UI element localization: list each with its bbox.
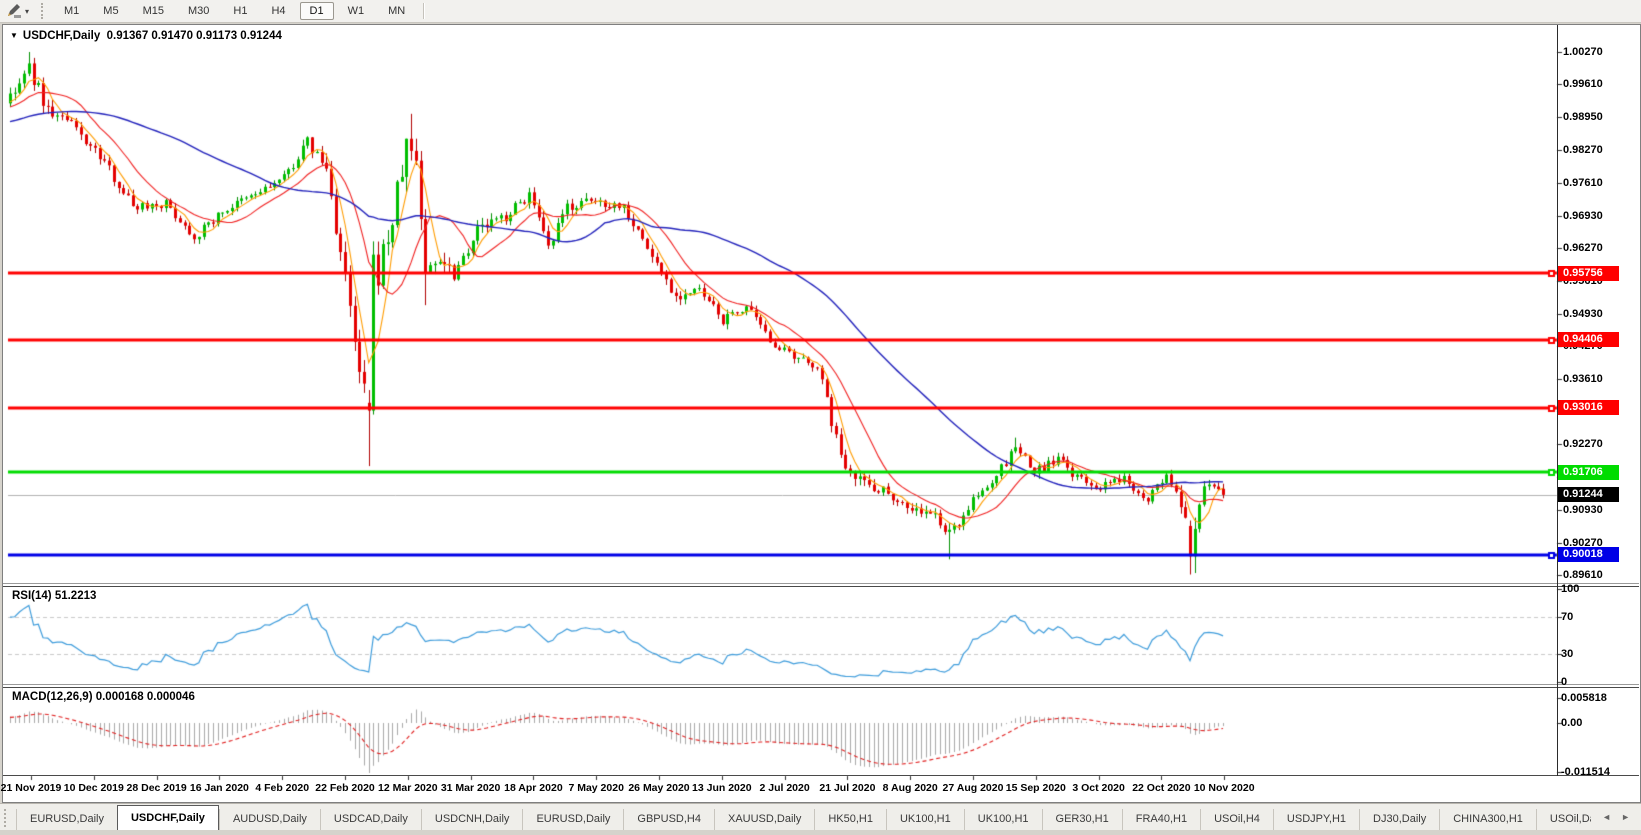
toolbar-separator — [423, 3, 425, 19]
price-axis-label: 0.90930 — [1563, 503, 1637, 517]
chart-title: ▼ USDCHF,Daily 0.91367 0.91470 0.91173 0.… — [10, 30, 282, 42]
timeframe-button[interactable]: W1 — [338, 2, 375, 20]
chart-tab[interactable]: USDCAD,Daily — [320, 809, 421, 830]
timeframe-button[interactable]: D1 — [300, 2, 334, 20]
chart-tab[interactable]: CHINA300,H1 — [1439, 809, 1536, 830]
date-axis-label: 16 Jan 2020 — [190, 782, 249, 794]
rsi-axis-label: 0 — [1561, 675, 1637, 689]
macd-axis-label: 0.00 — [1561, 716, 1637, 730]
rsi-axis-label: 100 — [1561, 582, 1637, 596]
rsi-axis-label: 30 — [1561, 647, 1637, 661]
date-axis-label: 27 Aug 2020 — [943, 782, 1004, 794]
hline-price-badge: 0.91706 — [1558, 465, 1619, 480]
toolbar: ▾ M1M5 M15M30H1H4 D1W1MN — [0, 0, 1641, 23]
hline-price-badge: 0.94406 — [1558, 332, 1619, 347]
date-axis-label: 26 May 2020 — [628, 782, 689, 794]
date-axis-label: 22 Oct 2020 — [1132, 782, 1190, 794]
chart-tab[interactable]: GBPUSD,H4 — [623, 809, 714, 830]
toolbar-grip[interactable] — [41, 3, 46, 19]
chart-tab[interactable]: AUDUSD,Daily — [219, 809, 320, 830]
macd-axis-label: -0.011514 — [1561, 765, 1637, 779]
chart-title-ohlc: 0.91367 0.91470 0.91173 0.91244 — [107, 30, 282, 42]
timeframe-button[interactable]: H1 — [223, 2, 257, 20]
timeframe-button[interactable]: M30 — [178, 2, 219, 20]
draw-tool-button[interactable]: ▾ — [2, 0, 33, 22]
date-axis-label: 12 Mar 2020 — [378, 782, 438, 794]
chart-tab[interactable]: XAUUSD,Daily — [714, 809, 814, 830]
timeframe-button[interactable]: M1 — [54, 2, 89, 20]
chart-tab[interactable]: EURUSD,Daily — [522, 809, 623, 830]
dropdown-arrow-icon: ▾ — [25, 7, 29, 16]
price-axis-label: 1.00270 — [1563, 45, 1637, 59]
date-axis-label: 2 Jul 2020 — [759, 782, 809, 794]
chart-canvas[interactable] — [0, 0, 1641, 835]
pencil-icon — [6, 4, 22, 19]
price-axis-label: 0.98950 — [1563, 110, 1637, 124]
date-axis-label: 21 Nov 2019 — [1, 782, 62, 794]
chart-tabs: EURUSD,DailyUSDCHF,DailyAUDUSD,DailyUSDC… — [16, 804, 1591, 830]
chart-tab[interactable]: USOil,H4 — [1200, 809, 1273, 830]
timeframe-group: M1M5 M15M30H1H4 D1W1MN — [52, 0, 417, 22]
hline-price-badge: 0.93016 — [1558, 400, 1619, 415]
rsi-axis-label: 70 — [1561, 610, 1637, 624]
chart-tab[interactable]: UK100,H1 — [886, 809, 964, 830]
hline-price-badge: 0.95756 — [1558, 266, 1619, 281]
price-axis-label: 0.96270 — [1563, 241, 1637, 255]
hline-price-badge: 0.90018 — [1558, 547, 1619, 562]
rsi-label: RSI(14) 51.2213 — [12, 590, 96, 602]
date-axis-label: 15 Sep 2020 — [1006, 782, 1066, 794]
date-axis-label: 28 Dec 2019 — [127, 782, 187, 794]
price-axis-label: 0.97610 — [1563, 176, 1637, 190]
date-axis-label: 8 Aug 2020 — [883, 782, 938, 794]
tab-scroll-left-icon[interactable]: ◄ — [1597, 810, 1616, 824]
current-price-badge: 0.91244 — [1558, 487, 1619, 502]
macd-axis-label: 0.005818 — [1561, 691, 1637, 705]
date-axis-label: 18 Apr 2020 — [504, 782, 563, 794]
price-axis-label: 0.96930 — [1563, 209, 1637, 223]
date-axis-label: 10 Nov 2020 — [1194, 782, 1255, 794]
collapse-arrow-icon: ▼ — [10, 31, 18, 40]
chart-tab[interactable]: FRA40,H1 — [1122, 809, 1200, 830]
price-axis-label: 0.98270 — [1563, 143, 1637, 157]
date-axis-label: 31 Mar 2020 — [441, 782, 501, 794]
rsi-panel-top-border — [3, 586, 1639, 587]
date-axis-label: 3 Oct 2020 — [1072, 782, 1125, 794]
timeframe-button[interactable]: M5 — [93, 2, 128, 20]
date-axis-label: 22 Feb 2020 — [315, 782, 375, 794]
date-axis-label: 10 Dec 2019 — [64, 782, 124, 794]
chart-tab[interactable]: HK50,H1 — [814, 809, 886, 830]
chart-title-symbol: USDCHF,Daily — [23, 30, 100, 42]
timeframe-button[interactable]: MN — [378, 2, 415, 20]
chart-tab[interactable]: USDCNH,Daily — [421, 809, 523, 830]
price-axis-label: 0.89610 — [1563, 568, 1637, 582]
date-axis-label: 13 Jun 2020 — [692, 782, 752, 794]
chart-tab[interactable]: DJ30,Daily — [1359, 809, 1439, 830]
macd-panel-top-border — [3, 687, 1639, 688]
price-axis-label: 0.92270 — [1563, 437, 1637, 451]
tab-scroll-arrows: ◄ ► — [1591, 804, 1641, 830]
date-axis-label: 21 Jul 2020 — [819, 782, 875, 794]
chart-tab[interactable]: USOil,Da — [1536, 809, 1591, 830]
date-axis-label: 7 May 2020 — [568, 782, 623, 794]
tab-scroll-right-icon[interactable]: ► — [1616, 810, 1635, 824]
price-axis-label: 0.93610 — [1563, 372, 1637, 386]
chart-tab[interactable]: EURUSD,Daily — [16, 809, 117, 830]
timeframe-button[interactable]: M15 — [133, 2, 174, 20]
mt4-app: { "icons": { "title_arrow": "▼", "dropdo… — [0, 0, 1641, 835]
macd-label: MACD(12,26,9) 0.000168 0.000046 — [12, 691, 195, 703]
chart-tab[interactable]: USDCHF,Daily — [117, 805, 219, 830]
date-axis-border — [3, 775, 1639, 776]
chart-tab[interactable]: GER30,H1 — [1042, 809, 1122, 830]
price-axis-label: 0.99610 — [1563, 77, 1637, 91]
price-axis-label: 0.94930 — [1563, 307, 1637, 321]
splitter-main-rsi[interactable] — [3, 583, 1639, 584]
timeframe-button[interactable]: H4 — [261, 2, 295, 20]
tabbar-grip[interactable] — [4, 809, 10, 827]
chart-tab[interactable]: UK100,H1 — [964, 809, 1042, 830]
splitter-rsi-macd[interactable] — [3, 684, 1639, 685]
date-axis-label: 4 Feb 2020 — [255, 782, 309, 794]
chart-tab-bar: EURUSD,DailyUSDCHF,DailyAUDUSD,DailyUSDC… — [0, 803, 1641, 830]
chart-tab[interactable]: USDJPY,H1 — [1273, 809, 1359, 830]
